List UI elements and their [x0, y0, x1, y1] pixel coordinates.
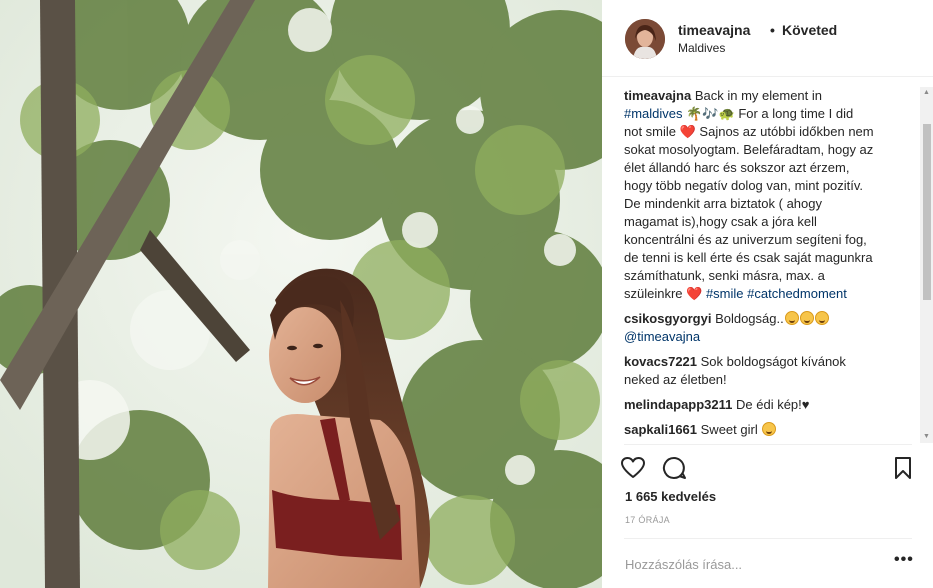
caption-text: 🌴🎶🐢 For a long time I did	[682, 106, 854, 121]
instagram-post-modal: timeavajna • Követed Maldives timeavajna…	[0, 0, 933, 588]
comments-list[interactable]: timeavajna Back in my element in #maldiv…	[624, 87, 912, 442]
comment-item: melindapapp3211 De édi kép!♥	[624, 396, 912, 414]
separator-dot: •	[770, 22, 775, 38]
comment-username[interactable]: sapkali1661	[624, 422, 697, 437]
comments-scrollbar[interactable]: ▲ ▼	[920, 87, 933, 443]
avatar-image	[625, 19, 665, 59]
comment-item: sapkali1661 Sweet girl	[624, 421, 912, 439]
divider	[624, 444, 912, 445]
caption-line: koncentrálni és az univerzum segíteni fo…	[624, 232, 867, 247]
caption-line: timeavajna Back in my element in	[624, 87, 912, 105]
hashtag-smile[interactable]: #smile	[706, 286, 744, 301]
caption-line: számíthatunk, senki másra, max. a	[624, 268, 825, 283]
hashtag-maldives[interactable]: #maldives	[624, 106, 683, 121]
caption-text: szüleinkre ❤️	[624, 286, 706, 301]
post-photo[interactable]	[0, 0, 602, 588]
comment-username[interactable]: melindapapp3211	[624, 397, 732, 412]
divider	[624, 538, 912, 539]
more-options-icon[interactable]: •••	[894, 552, 914, 570]
post-location[interactable]: Maldives	[678, 41, 725, 55]
avatar[interactable]	[625, 19, 665, 59]
heart-icon[interactable]	[620, 455, 646, 481]
comment-item: csikosgyorgyi Boldogság.. @timeavajna	[624, 310, 912, 346]
caption-line: sokat mosolyogtam. Belefáradtam, hogy az	[624, 142, 874, 157]
comment-input[interactable]	[625, 555, 875, 573]
comment-username[interactable]: csikosgyorgyi	[624, 311, 711, 326]
scrollbar-thumb[interactable]	[923, 124, 931, 300]
post-author-username[interactable]: timeavajna	[678, 22, 750, 38]
mention-link[interactable]: @timeavajna	[624, 329, 700, 344]
caption-line: De mindenkit arra biztatok ( ahogy	[624, 196, 822, 211]
caption-line: élet állandó harc és sokszor azt érzem,	[624, 160, 850, 175]
comment-text: Sok boldogságot kívánok	[700, 354, 846, 369]
post-timestamp[interactable]: 17 ÓRÁJA	[625, 515, 670, 525]
comment-username[interactable]: kovacs7221	[624, 354, 697, 369]
comment-bubble-icon[interactable]	[661, 455, 687, 481]
comment-item: kovacs7221 Sok boldogságot kívánok neked…	[624, 353, 912, 389]
comment-text: neked az életben!	[624, 372, 727, 387]
caption-line: de tenni is kell érte és csak saját magu…	[624, 250, 873, 265]
bookmark-icon[interactable]	[890, 455, 916, 481]
caption-line: szüleinkre ❤️ #smile #catchedmoment	[624, 285, 912, 303]
caption-text: Back in my element in	[694, 88, 822, 103]
scroll-down-arrow-icon[interactable]: ▼	[920, 431, 933, 443]
hashtag-catchedmoment[interactable]: #catchedmoment	[747, 286, 847, 301]
smile-emoji-icon	[799, 311, 814, 325]
caption: timeavajna Back in my element in #maldiv…	[624, 87, 912, 303]
caption-username[interactable]: timeavajna	[624, 88, 691, 103]
post-photo-image	[0, 0, 602, 588]
likes-count[interactable]: 1 665 kedvelés	[625, 489, 716, 504]
caption-line: #maldives 🌴🎶🐢 For a long time I did	[624, 105, 912, 123]
post-header: timeavajna • Követed Maldives	[602, 0, 933, 77]
comment-text: Sweet girl	[700, 422, 758, 437]
comment-text: De édi kép!♥	[736, 397, 810, 412]
smile-emoji-icon	[761, 422, 776, 436]
caption-line: magamat is),hogy csak a jóra kell	[624, 214, 817, 229]
post-actions	[620, 455, 916, 483]
smile-emoji-icon	[784, 311, 799, 325]
follow-status-button[interactable]: Követed	[782, 22, 837, 38]
post-side-panel: timeavajna • Követed Maldives timeavajna…	[602, 0, 933, 588]
scroll-up-arrow-icon[interactable]: ▲	[920, 87, 933, 99]
caption-line: hogy több negatív dolog van, mint pozití…	[624, 178, 863, 193]
comment-text: Boldogság..	[715, 311, 784, 326]
caption-line: not smile ❤️ Sajnos az utóbbi időkben ne…	[624, 124, 874, 139]
smile-emoji-icon	[814, 311, 829, 325]
